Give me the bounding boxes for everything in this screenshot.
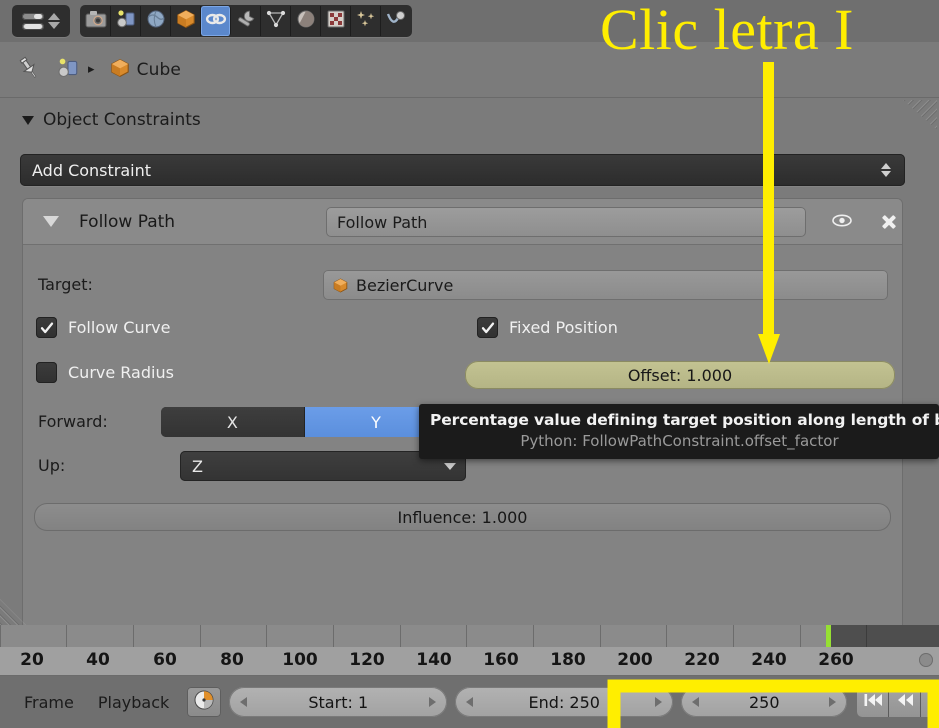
- forward-axis-x[interactable]: X: [161, 407, 305, 437]
- up-label: Up:: [38, 456, 66, 475]
- breadcrumb-object-name[interactable]: Cube: [137, 60, 181, 80]
- target-object-field[interactable]: BezierCurve: [323, 270, 888, 300]
- mesh-data-icon: [265, 9, 287, 33]
- decrement-arrow-icon[interactable]: [240, 697, 248, 707]
- menu-frame[interactable]: Frame: [12, 693, 86, 712]
- timeline-tick-label: 140: [416, 650, 452, 670]
- breadcrumb-separator: ▸: [88, 62, 95, 77]
- annotation-down-arrow: [758, 62, 780, 372]
- breadcrumb-scene-icon[interactable]: [56, 57, 80, 83]
- wrench-icon: [235, 9, 257, 33]
- timeline-tick-label: 220: [684, 650, 720, 670]
- object-constraints-panel: Object Constraints Add Constraint Follow…: [0, 98, 939, 625]
- timeline-tick-label: 120: [349, 650, 385, 670]
- timeline-ruler[interactable]: [0, 625, 939, 648]
- curve-radius-checkbox[interactable]: Curve Radius: [36, 362, 174, 383]
- scene-icon: [115, 9, 137, 33]
- editor-type-selector-icon: [22, 11, 44, 31]
- checker-texture-icon: [325, 9, 347, 33]
- timeline-tick-label: 80: [220, 650, 244, 670]
- tooltip-python-path: Python: FollowPathConstraint.offset_fact…: [520, 432, 839, 450]
- offset-slider[interactable]: Offset: 1.000: [465, 361, 895, 389]
- chain-link-icon: [205, 9, 227, 33]
- timeline-tick-label: 200: [617, 650, 653, 670]
- constraint-name-field[interactable]: Follow Path: [326, 207, 806, 237]
- tab-material[interactable]: [291, 6, 321, 36]
- end-frame-label: End: 250: [528, 692, 600, 712]
- checkbox-checked-icon: [477, 317, 498, 338]
- offset-tooltip: Percentage value defining target positio…: [419, 404, 939, 459]
- decrement-arrow-icon[interactable]: [466, 697, 474, 707]
- constraint-type-label: Follow Path: [79, 211, 176, 232]
- fixed-position-label: Fixed Position: [509, 318, 618, 337]
- checkbox-checked-icon: [36, 317, 57, 338]
- fixed-position-checkbox[interactable]: Fixed Position: [477, 317, 618, 338]
- tab-object-data[interactable]: [261, 6, 291, 36]
- properties-tab-bar: [80, 5, 412, 37]
- chevron-down-icon: [22, 115, 34, 125]
- close-x-icon: [880, 213, 898, 231]
- timeline-scrollbar-handle[interactable]: [919, 653, 933, 667]
- constraint-visibility-toggle[interactable]: [828, 209, 856, 235]
- particles-icon: [355, 9, 377, 33]
- editor-type-selector[interactable]: [12, 5, 70, 37]
- panel-title-label: Object Constraints: [43, 110, 201, 130]
- forward-label: Forward:: [38, 412, 108, 431]
- tab-render[interactable]: [81, 6, 111, 36]
- sync-playback-button[interactable]: [187, 687, 222, 717]
- follow-curve-label: Follow Curve: [68, 318, 171, 337]
- target-label: Target:: [38, 275, 93, 294]
- checkbox-unchecked-icon: [36, 362, 57, 383]
- influence-slider[interactable]: Influence: 1.000: [34, 503, 891, 531]
- physics-icon: [385, 9, 407, 33]
- chevron-updown-icon: [47, 10, 60, 32]
- breadcrumb-object-icon: [109, 58, 131, 82]
- target-object-name: BezierCurve: [356, 275, 454, 295]
- world-globe-icon: [145, 9, 167, 33]
- chevron-down-icon[interactable]: [43, 216, 59, 227]
- timeline-tick-label: 100: [282, 650, 318, 670]
- chevron-updown-icon: [881, 163, 891, 177]
- annotation-text: Clic letra I: [600, 0, 855, 62]
- timeline-tick-label: 240: [751, 650, 787, 670]
- tooltip-description: Percentage value defining target positio…: [430, 411, 939, 429]
- delete-constraint-button[interactable]: [875, 209, 903, 235]
- tab-object[interactable]: [171, 6, 201, 36]
- timeline-playhead[interactable]: [826, 625, 831, 647]
- timeline-tick-label: 20: [20, 650, 44, 670]
- timeline-tick-label: 40: [86, 650, 110, 670]
- tab-particles[interactable]: [351, 6, 381, 36]
- tab-texture[interactable]: [321, 6, 351, 36]
- timeline-tick-label: 60: [153, 650, 177, 670]
- tab-world[interactable]: [141, 6, 171, 36]
- tab-scene[interactable]: [111, 6, 141, 36]
- start-frame-field[interactable]: Start: 1: [229, 687, 448, 717]
- timeline-tick-label: 160: [483, 650, 519, 670]
- page-title[interactable]: Object Constraints: [22, 110, 201, 130]
- menu-playback[interactable]: Playback: [86, 693, 181, 712]
- tab-modifiers[interactable]: [231, 6, 261, 36]
- orange-cube-icon: [332, 277, 349, 294]
- tab-physics[interactable]: [381, 6, 411, 36]
- up-axis-value: Z: [192, 456, 203, 476]
- increment-arrow-icon[interactable]: [429, 697, 437, 707]
- timeline-tick-label: 180: [550, 650, 586, 670]
- annotation-bracket: [604, 672, 939, 728]
- eye-visibility-icon: [831, 213, 853, 232]
- timeline-tick-label: 260: [818, 650, 854, 670]
- pin-icon[interactable]: [16, 55, 42, 85]
- chevron-down-icon: [444, 463, 456, 470]
- camera-icon: [85, 9, 107, 33]
- tab-constraints[interactable]: [201, 6, 231, 36]
- add-constraint-label: Add Constraint: [32, 160, 152, 180]
- start-frame-label: Start: 1: [308, 692, 369, 712]
- orange-cube-icon: [175, 9, 197, 33]
- material-sphere-icon: [295, 9, 317, 33]
- curve-radius-label: Curve Radius: [68, 363, 174, 382]
- sync-playback-icon: [193, 689, 215, 715]
- timeline-out-of-range: [830, 625, 939, 647]
- panel-resize-grip[interactable]: [903, 100, 937, 130]
- follow-curve-checkbox[interactable]: Follow Curve: [36, 317, 170, 338]
